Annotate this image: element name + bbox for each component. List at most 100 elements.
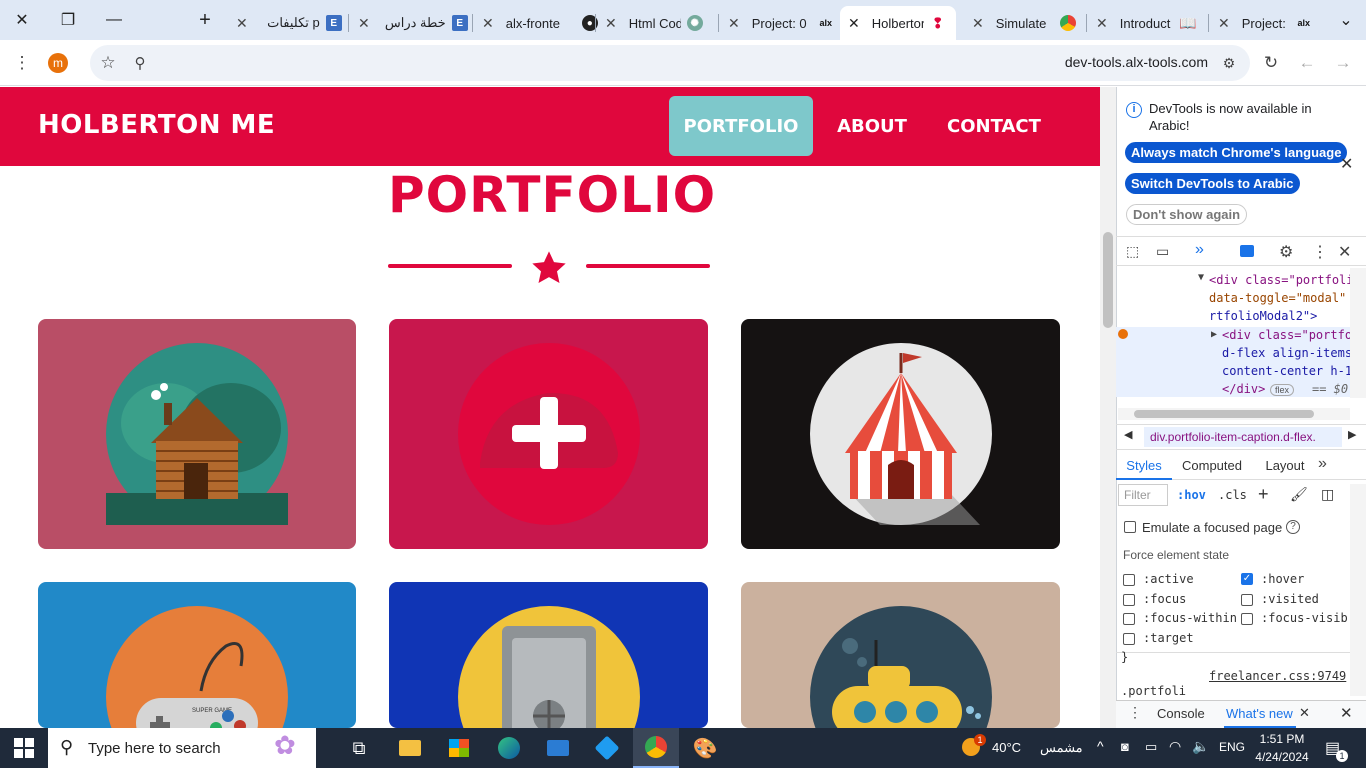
checkbox-box[interactable] bbox=[1124, 521, 1136, 533]
styles-scrollbar[interactable] bbox=[1350, 484, 1366, 696]
devtools-menu-icon[interactable]: ⋮ bbox=[1312, 242, 1328, 262]
tab-styles[interactable]: Styles bbox=[1116, 452, 1172, 480]
portfolio-card-cabin[interactable] bbox=[38, 319, 356, 549]
tab-close-icon[interactable]: ✕ bbox=[236, 15, 248, 32]
code-line[interactable]: rtfolioModal2"> bbox=[1209, 309, 1317, 323]
taskbar-search-placeholder[interactable]: Type here to search bbox=[88, 740, 221, 757]
tab-layout[interactable]: Layout bbox=[1258, 452, 1312, 480]
state-focus-within-checkbox[interactable] bbox=[1123, 612, 1135, 630]
nav-link-contact[interactable]: CONTACT bbox=[934, 96, 1054, 156]
checkbox-box[interactable] bbox=[1123, 594, 1135, 606]
scrollbar-thumb[interactable] bbox=[1103, 232, 1113, 328]
weather-label[interactable]: مشمس bbox=[1040, 740, 1083, 756]
back-button[interactable]: ← bbox=[1291, 47, 1323, 79]
code-line[interactable]: content-center h-1 bbox=[1222, 364, 1352, 378]
tab-computed[interactable]: Computed bbox=[1176, 452, 1248, 480]
microsoft-store-icon[interactable] bbox=[436, 728, 482, 768]
nav-link-about[interactable]: ABOUT bbox=[826, 96, 918, 156]
emulate-focus-checkbox[interactable] bbox=[1124, 520, 1136, 538]
camera-icon[interactable]: ◙ bbox=[1121, 739, 1129, 754]
tab-5[interactable]: ✕ Project: 0 alx bbox=[720, 6, 844, 40]
state-visited-checkbox[interactable] bbox=[1241, 593, 1253, 611]
window-minimize-button[interactable]: — bbox=[94, 0, 134, 40]
edge-icon[interactable] bbox=[486, 728, 532, 768]
device-toolbar-icon[interactable]: ▭ bbox=[1156, 243, 1169, 260]
tab-close-icon[interactable]: ✕ bbox=[358, 15, 370, 32]
wifi-icon[interactable]: ◠ bbox=[1169, 738, 1181, 755]
checkbox-box[interactable] bbox=[1241, 594, 1253, 606]
site-brand[interactable]: HOLBERTON ME bbox=[38, 110, 275, 140]
clock-date[interactable]: 4/24/2024 bbox=[1250, 750, 1314, 764]
portfolio-card-game[interactable]: SUPER GAME bbox=[38, 582, 356, 728]
task-view-icon[interactable]: ⧉ bbox=[336, 728, 382, 768]
code-line[interactable]: data-toggle="modal" bbox=[1209, 291, 1346, 305]
site-settings-button[interactable]: ⚙ bbox=[1213, 47, 1245, 79]
window-close-button[interactable]: ✕ bbox=[2, 0, 42, 40]
state-hover-checkbox-checked[interactable]: ✓ bbox=[1241, 573, 1253, 585]
state-focus-checkbox[interactable] bbox=[1123, 593, 1135, 611]
code-line[interactable]: d-flex align-items bbox=[1222, 346, 1352, 360]
tab-close-icon[interactable]: ✕ bbox=[728, 15, 740, 32]
page-scrollbar[interactable] bbox=[1100, 87, 1116, 728]
weather-temp[interactable]: 40°C bbox=[992, 740, 1021, 755]
inspect-element-icon[interactable]: ⬚ bbox=[1126, 243, 1139, 260]
code-line[interactable]: <div class="portfoli bbox=[1209, 273, 1354, 287]
zoom-search-button[interactable]: ⚲ bbox=[124, 47, 156, 79]
paint-app-icon[interactable]: 🎨 bbox=[682, 728, 728, 768]
close-tab-icon[interactable]: ✕ bbox=[1299, 705, 1310, 721]
url-text[interactable]: dev-tools.alx-tools.com bbox=[1000, 54, 1208, 70]
language-indicator[interactable]: ENG bbox=[1219, 740, 1245, 754]
portfolio-card-circus[interactable] bbox=[741, 319, 1060, 549]
code-line[interactable]: </div> bbox=[1222, 382, 1265, 396]
issues-icon[interactable] bbox=[1240, 245, 1254, 257]
checkbox-box[interactable] bbox=[1123, 613, 1135, 625]
settings-gear-icon[interactable]: ⚙ bbox=[1279, 242, 1293, 262]
tab-close-icon[interactable]: ✕ bbox=[605, 15, 617, 32]
tab-close-icon[interactable]: ✕ bbox=[1218, 15, 1230, 32]
nav-link-portfolio[interactable]: PORTFOLIO bbox=[669, 96, 813, 156]
tab-whats-new[interactable]: What's new bbox=[1224, 700, 1296, 728]
windows-start-icon[interactable] bbox=[14, 738, 34, 763]
tab-2[interactable]: ✕ خطة دراس E bbox=[350, 6, 476, 40]
vscode-icon[interactable] bbox=[584, 728, 630, 768]
add-rule-icon[interactable]: + bbox=[1258, 484, 1269, 505]
chrome-taskbar-icon[interactable] bbox=[633, 728, 679, 768]
file-explorer-icon[interactable] bbox=[387, 728, 433, 768]
css-source-link[interactable]: freelancer.css:9749 bbox=[1209, 669, 1346, 683]
h-scrollbar-thumb[interactable] bbox=[1134, 410, 1314, 418]
hov-toggle[interactable]: :hov bbox=[1177, 488, 1206, 502]
tab-6-active[interactable]: ✕ Holberton ❢ bbox=[840, 6, 956, 40]
flex-badge[interactable]: flex bbox=[1270, 384, 1295, 396]
reload-button[interactable]: ↻ bbox=[1255, 47, 1287, 79]
breadcrumb-right-icon[interactable]: ▶ bbox=[1348, 428, 1356, 441]
help-icon[interactable]: ? bbox=[1286, 520, 1300, 534]
close-devtools-icon[interactable]: ✕ bbox=[1338, 242, 1351, 262]
volume-icon[interactable]: 🔈 bbox=[1192, 738, 1209, 755]
checkbox-box[interactable] bbox=[1241, 613, 1253, 625]
breadcrumb-left-icon[interactable]: ◀ bbox=[1124, 428, 1132, 441]
state-focus-visible-checkbox[interactable] bbox=[1241, 612, 1253, 630]
new-tab-button[interactable]: + bbox=[185, 0, 225, 40]
clock-time[interactable]: 1:51 PM bbox=[1250, 732, 1314, 746]
styles-filter-input[interactable]: Filter bbox=[1118, 484, 1168, 506]
switch-to-arabic-button[interactable]: Switch DevTools to Arabic bbox=[1125, 173, 1300, 194]
tab-1[interactable]: ✕ تكليفات p E bbox=[228, 6, 350, 40]
breadcrumb[interactable]: div.portfolio-item-caption.d-flex. bbox=[1144, 427, 1342, 447]
profile-avatar[interactable]: m bbox=[48, 53, 68, 73]
checkbox-box[interactable] bbox=[1123, 574, 1135, 586]
collapse-triangle-icon[interactable]: ▶ bbox=[1211, 329, 1217, 340]
drawer-menu-icon[interactable]: ⋮ bbox=[1128, 704, 1142, 721]
cls-toggle[interactable]: .cls bbox=[1218, 488, 1247, 502]
always-match-language-button[interactable]: Always match Chrome's language bbox=[1125, 142, 1348, 163]
tab-close-icon[interactable]: ✕ bbox=[482, 15, 494, 32]
state-target-checkbox[interactable] bbox=[1123, 632, 1135, 650]
mail-icon[interactable] bbox=[535, 728, 581, 768]
code-line[interactable]: <div class="portfo bbox=[1222, 328, 1352, 342]
tab-close-icon[interactable]: ✕ bbox=[848, 15, 860, 32]
tab-search-button[interactable]: ⌄ bbox=[1326, 0, 1366, 40]
sidebar-toggle-icon[interactable]: ◫ bbox=[1321, 486, 1334, 503]
css-selector[interactable]: .portfoli bbox=[1121, 684, 1186, 698]
dont-show-again-button[interactable]: Don't show again bbox=[1126, 204, 1248, 225]
tab-console[interactable]: Console bbox=[1157, 706, 1205, 721]
tab-close-icon[interactable]: ✕ bbox=[972, 15, 984, 32]
